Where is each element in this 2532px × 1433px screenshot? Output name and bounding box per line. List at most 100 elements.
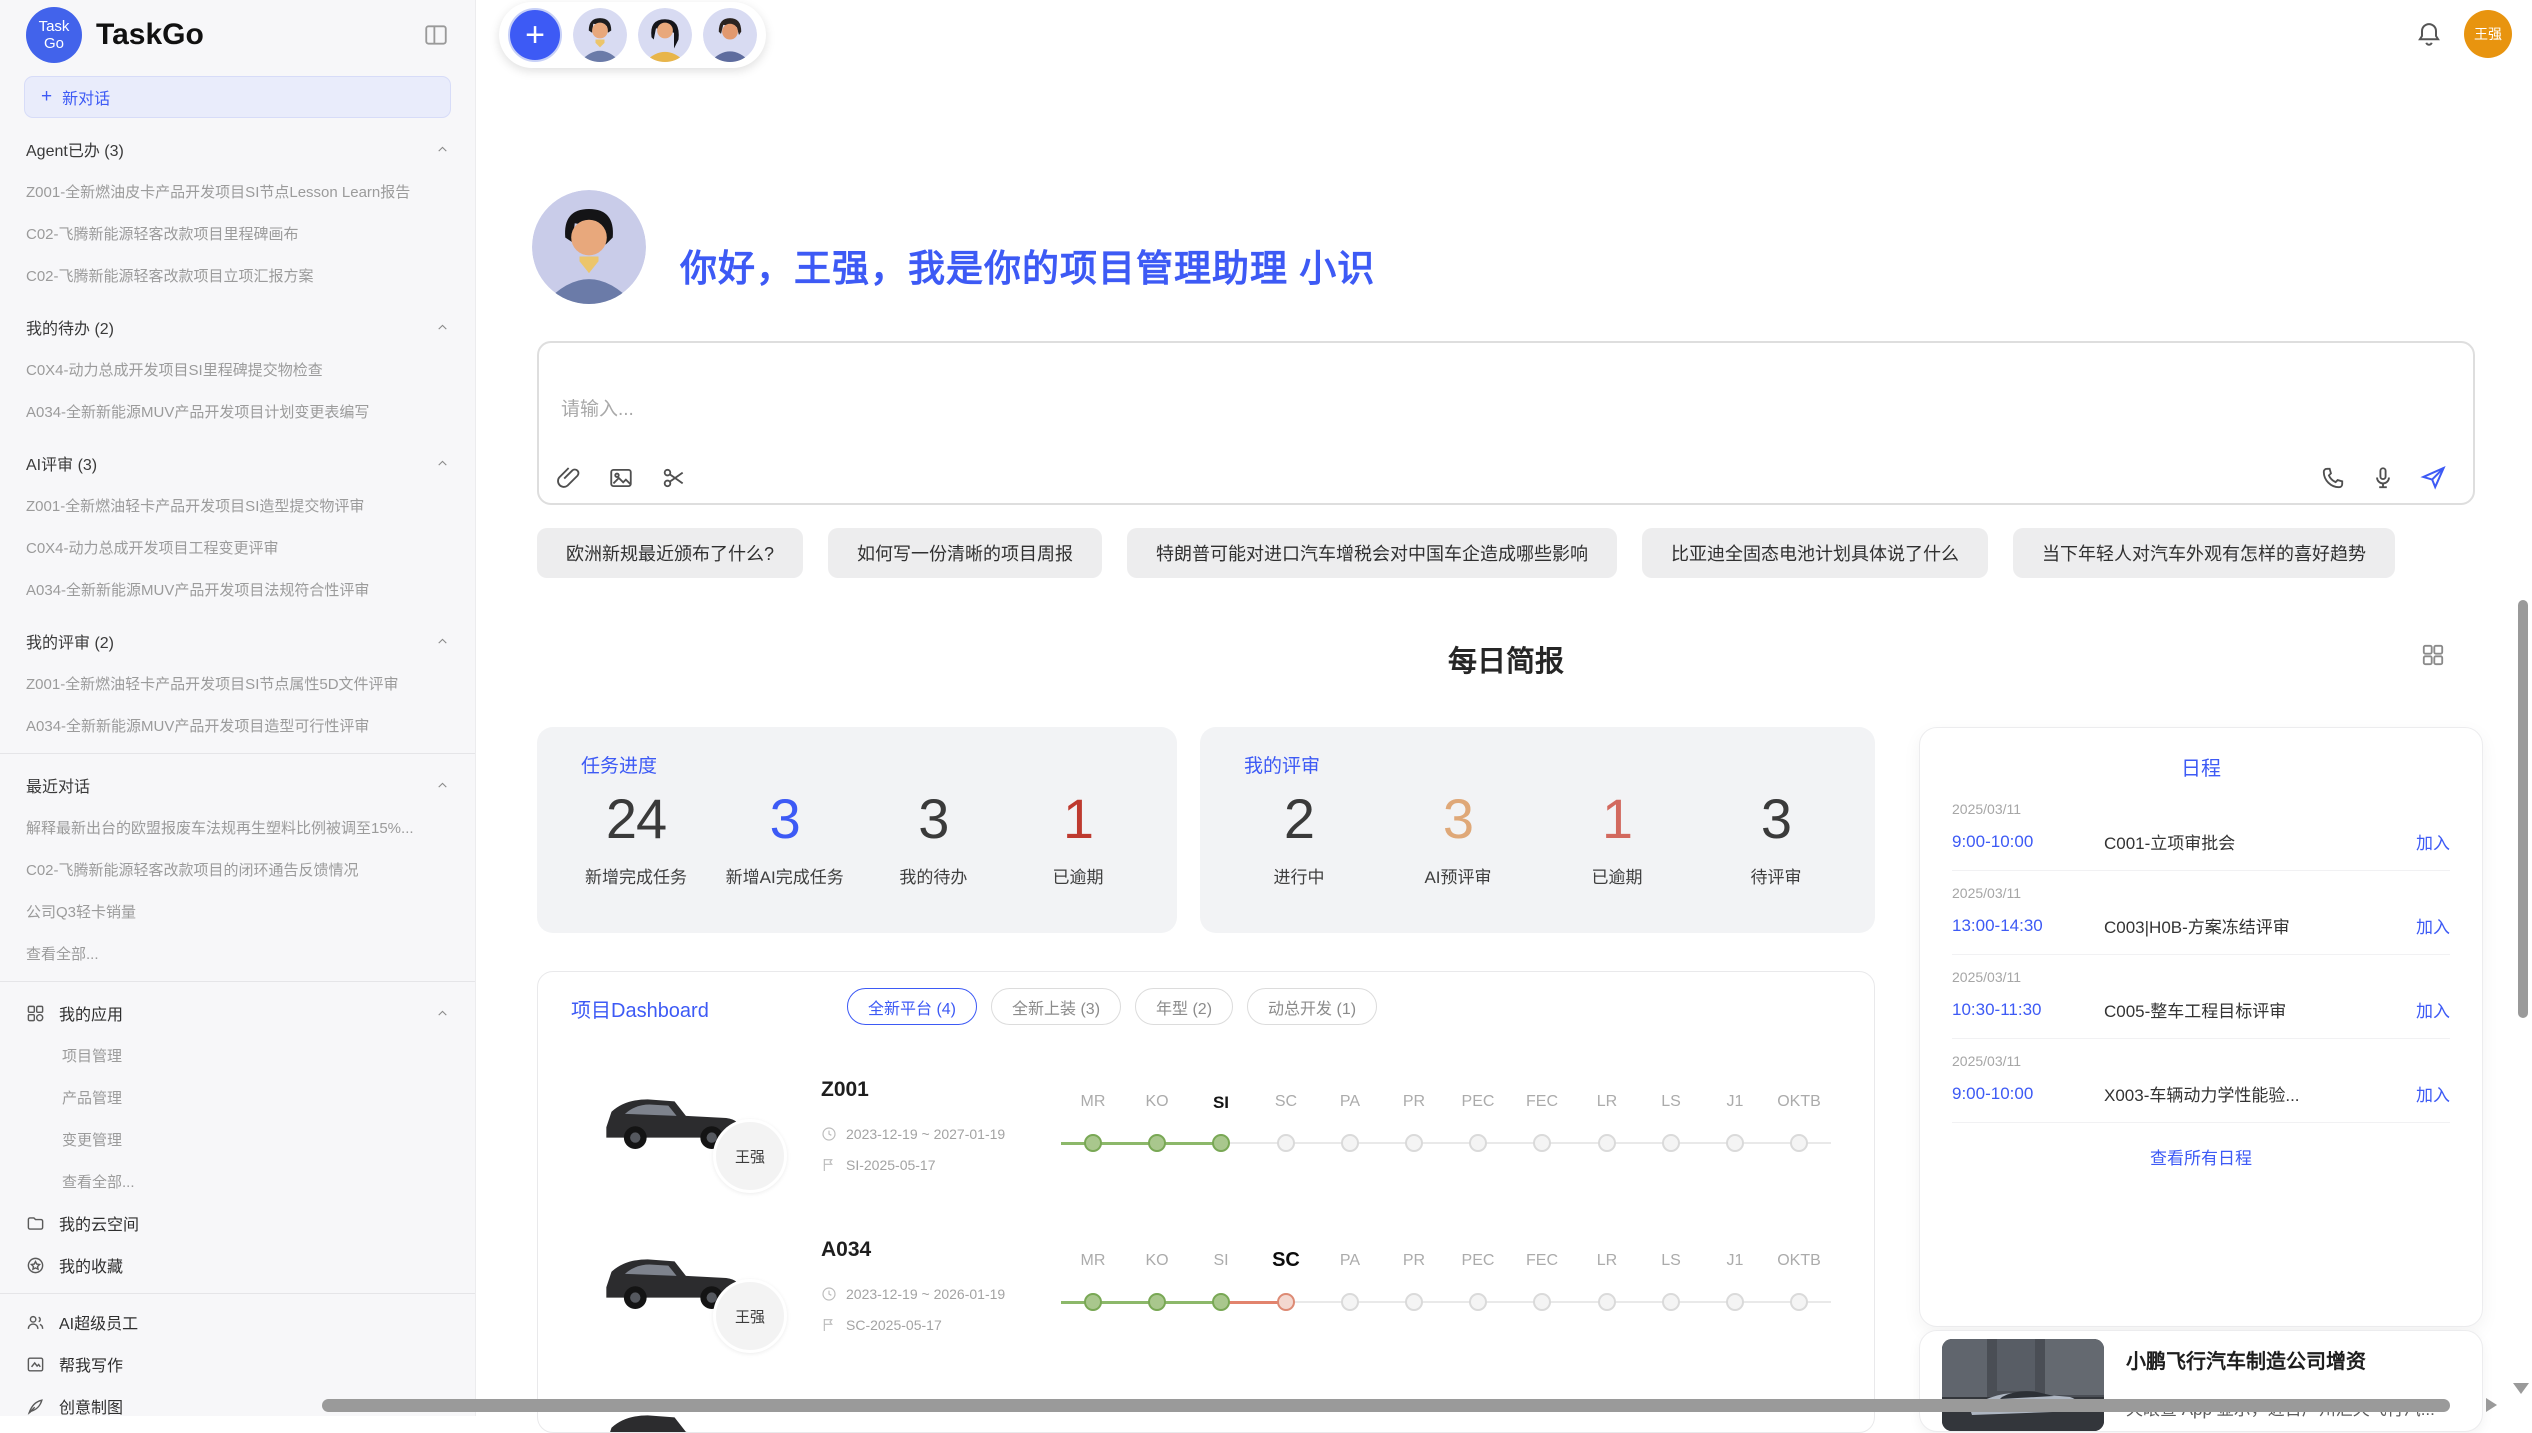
milestone-dot[interactable] [1341,1293,1359,1311]
mic-icon[interactable] [2370,465,2396,491]
metric-label: 进行中 [1244,863,1354,888]
sidebar-item-favorites[interactable]: 我的收藏 [0,1244,475,1286]
sidebar-item-ai-super-staff[interactable]: AI超级员工 [0,1301,475,1343]
list-item[interactable]: C02-飞腾新能源轻客改款项目立项汇报方案 [0,254,475,296]
filter-chip[interactable]: 全新上装 (3) [991,988,1121,1025]
avatar[interactable] [703,8,757,62]
chevron-up-icon[interactable] [436,457,449,470]
section-header-agent-done[interactable]: Agent已办 (3) [0,128,475,170]
milestone-dot[interactable] [1790,1134,1808,1152]
filter-chip[interactable]: 动总开发 (1) [1247,988,1377,1025]
chevron-up-icon[interactable] [436,779,449,792]
suggestion-chip[interactable]: 欧洲新规最近颁布了什么? [537,528,803,578]
list-item[interactable]: Z001-全新燃油皮卡产品开发项目SI节点Lesson Learn报告 [0,170,475,212]
list-item[interactable]: C02-飞腾新能源轻客改款项目的闭环通告反馈情况 [0,848,475,890]
milestone-dot[interactable] [1405,1293,1423,1311]
image-icon[interactable] [608,465,634,491]
milestone-dot[interactable] [1212,1293,1230,1311]
suggestion-chip[interactable]: 特朗普可能对进口汽车增税会对中国车企造成哪些影响 [1127,528,1617,578]
pen-icon [26,1397,45,1416]
milestone-dot[interactable] [1148,1293,1166,1311]
milestone-dot[interactable] [1212,1134,1230,1152]
sidebar-item-change-mgmt[interactable]: 变更管理 [0,1118,475,1160]
milestone-dot[interactable] [1469,1293,1487,1311]
list-item[interactable]: Z001-全新燃油轻卡产品开发项目SI节点属性5D文件评审 [0,662,475,704]
section-header-recent-chats[interactable]: 最近对话 [0,764,475,806]
join-link[interactable]: 加入 [2416,913,2450,938]
paperclip-icon[interactable] [555,465,581,491]
suggestion-chip[interactable]: 当下年轻人对汽车外观有怎样的喜好趋势 [2013,528,2395,578]
section-header-my-apps[interactable]: 我的应用 [0,992,475,1034]
view-all-apps-link[interactable]: 查看全部... [0,1160,475,1202]
chevron-up-icon[interactable] [436,1007,449,1020]
list-item[interactable]: C02-飞腾新能源轻客改款项目里程碑画布 [0,212,475,254]
layout-grid-icon[interactable] [2420,642,2446,668]
milestone-dot[interactable] [1469,1134,1487,1152]
list-item[interactable]: C0X4-动力总成开发项目SI里程碑提交物检查 [0,348,475,390]
scroll-down-arrow[interactable] [2513,1383,2529,1394]
milestone-dot[interactable] [1790,1293,1808,1311]
send-icon[interactable] [2420,464,2447,491]
chevron-up-icon[interactable] [436,635,449,648]
section-header-my-review[interactable]: 我的评审 (2) [0,620,475,662]
milestone-dot[interactable] [1148,1134,1166,1152]
user-avatar[interactable]: 王强 [2464,10,2512,58]
milestone-dot[interactable] [1341,1134,1359,1152]
vertical-scrollbar-thumb[interactable] [2518,600,2528,1018]
milestone-dot[interactable] [1084,1134,1102,1152]
list-item[interactable]: A034-全新新能源MUV产品开发项目造型可行性评审 [0,704,475,746]
scissors-icon[interactable] [661,465,687,491]
prompt-input[interactable] [561,399,1761,421]
section-header-my-todo[interactable]: 我的待办 (2) [0,306,475,348]
phone-icon[interactable] [2320,465,2346,491]
avatar[interactable] [638,8,692,62]
my-review-card: 我的评审 2 进行中 3 AI预评审 1 已逾期 3 待评审 [1200,727,1875,933]
filter-chip[interactable]: 年型 (2) [1135,988,1233,1025]
sidebar-item-product-mgmt[interactable]: 产品管理 [0,1076,475,1118]
milestone-dot[interactable] [1533,1134,1551,1152]
project-name[interactable]: Z001 [821,1078,869,1102]
milestone-dot[interactable] [1598,1134,1616,1152]
view-all-recent-link[interactable]: 查看全部... [0,932,475,974]
milestone-dot[interactable] [1598,1293,1616,1311]
list-item[interactable]: 公司Q3轻卡销量 [0,890,475,932]
milestone-dot[interactable] [1084,1293,1102,1311]
news-card[interactable]: 小鹏飞行汽车制造公司增资 天眼查 App 显示，近日广州汇天飞行汽... [1919,1330,2483,1432]
list-item[interactable]: A034-全新新能源MUV产品开发项目计划变更表编写 [0,390,475,432]
panel-collapse-icon[interactable] [423,22,449,48]
sidebar-item-project-mgmt[interactable]: 项目管理 [0,1034,475,1076]
list-item[interactable]: C0X4-动力总成开发项目工程变更评审 [0,526,475,568]
milestone-dot[interactable] [1726,1293,1744,1311]
notification-bell-icon[interactable] [2415,20,2443,48]
section-header-ai-review[interactable]: AI评审 (3) [0,442,475,484]
horizontal-scrollbar-thumb[interactable] [322,1399,2450,1412]
view-all-schedule-link[interactable]: 查看所有日程 [1952,1123,2450,1190]
join-link[interactable]: 加入 [2416,997,2450,1022]
milestone-dot[interactable] [1726,1134,1744,1152]
suggestion-chip[interactable]: 如何写一份清晰的项目周报 [828,528,1102,578]
sidebar-top: Task Go TaskGo [0,0,475,70]
list-item[interactable]: Z001-全新燃油轻卡产品开发项目SI造型提交物评审 [0,484,475,526]
scroll-right-arrow[interactable] [2486,1398,2497,1412]
milestone-dot[interactable] [1662,1293,1680,1311]
list-item[interactable]: 解释最新出台的欧盟报废车法规再生塑料比例被调至15%... [0,806,475,848]
sidebar-item-help-me-write[interactable]: 帮我写作 [0,1343,475,1385]
milestone-dot[interactable] [1533,1293,1551,1311]
sidebar-item-cloud-space[interactable]: 我的云空间 [0,1202,475,1244]
suggestion-chip[interactable]: 比亚迪全固态电池计划具体说了什么 [1642,528,1988,578]
join-link[interactable]: 加入 [2416,1081,2450,1106]
milestone-dot[interactable] [1662,1134,1680,1152]
avatar[interactable] [573,8,627,62]
chevron-up-icon[interactable] [436,143,449,156]
new-chat-button[interactable]: + 新对话 [24,76,451,118]
join-link[interactable]: 加入 [2416,829,2450,854]
milestone-dot[interactable] [1277,1134,1295,1152]
new-session-button[interactable]: + [508,8,562,62]
list-item[interactable]: A034-全新新能源MUV产品开发项目法规符合性评审 [0,568,475,610]
chevron-up-icon[interactable] [436,321,449,334]
filter-chip[interactable]: 全新平台 (4) [847,988,977,1025]
milestone-dot[interactable] [1405,1134,1423,1152]
milestone-dot-overdue[interactable] [1277,1293,1295,1311]
schedule-event: 2025/03/11 9:00-10:00 X003-车辆动力学性能验... 加… [1952,1039,2450,1123]
project-name[interactable]: A034 [821,1238,871,1262]
